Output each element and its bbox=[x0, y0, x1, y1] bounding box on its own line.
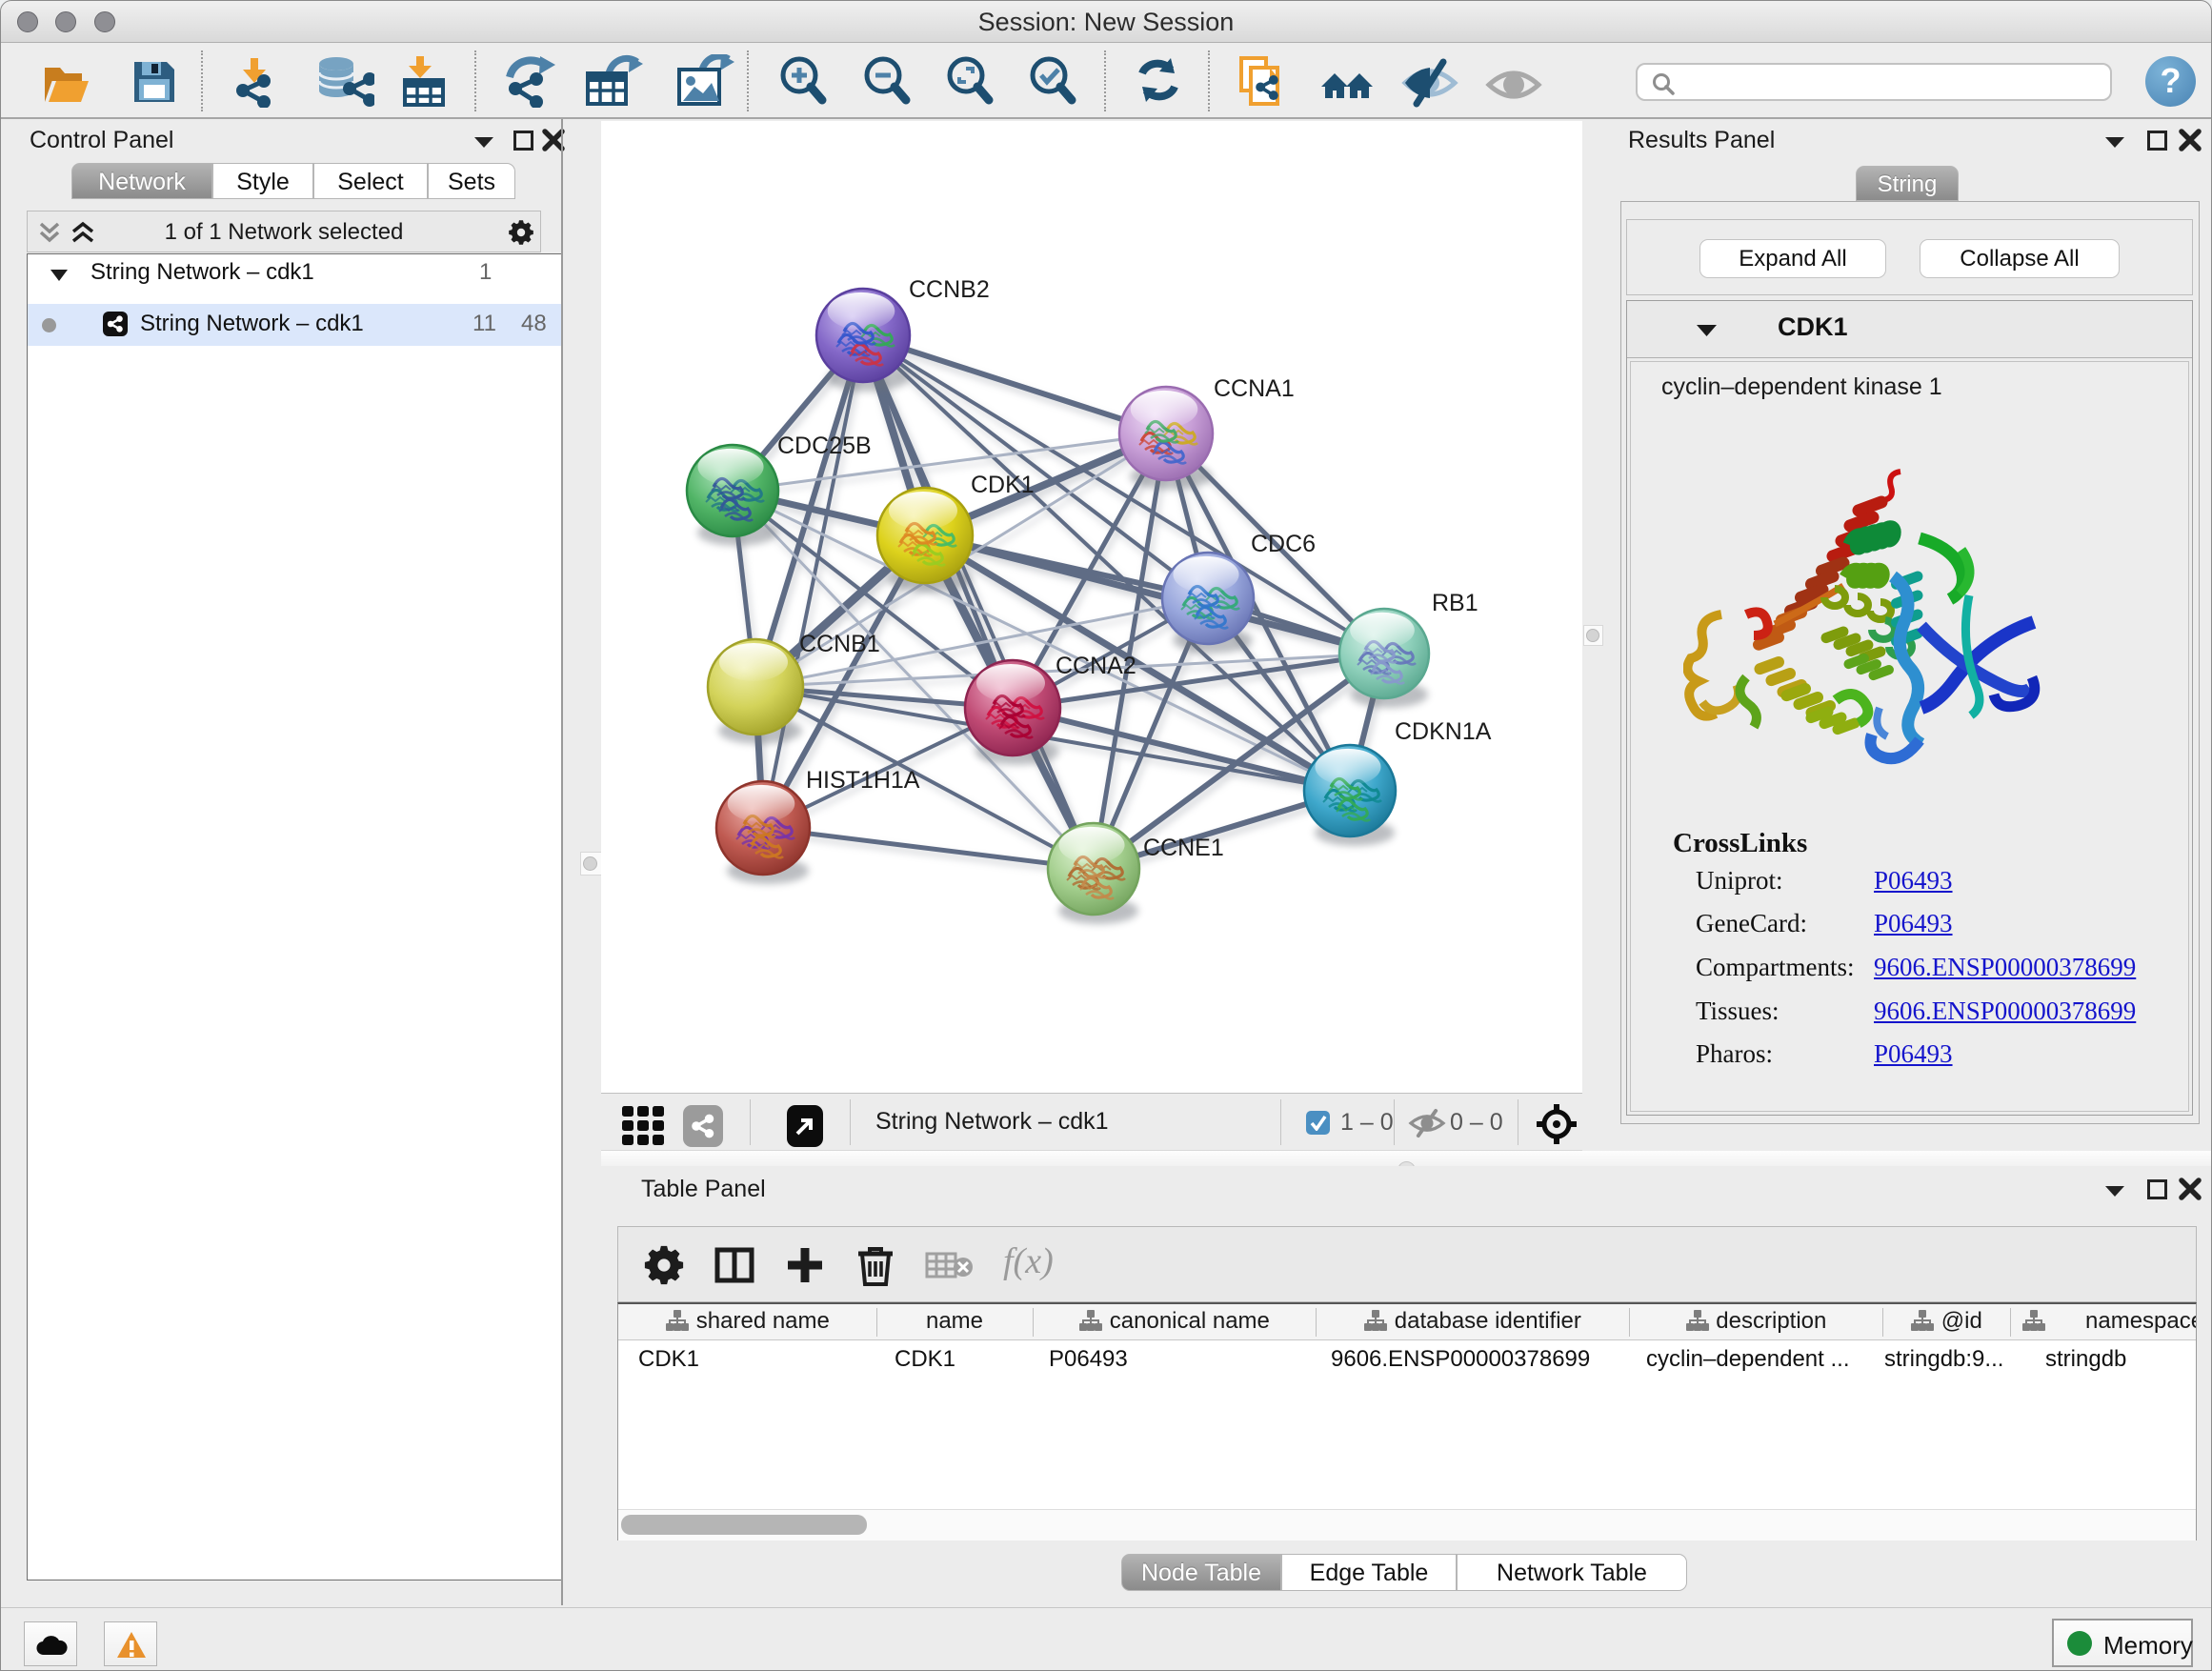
svg-text:CCNE1: CCNE1 bbox=[1143, 835, 1224, 861]
svg-text:CDKN1A: CDKN1A bbox=[1395, 718, 1492, 745]
svg-text:CCNA2: CCNA2 bbox=[1056, 653, 1136, 679]
svg-text:CDC25B: CDC25B bbox=[777, 433, 872, 459]
svg-text:RB1: RB1 bbox=[1432, 590, 1478, 616]
svg-text:CCNB2: CCNB2 bbox=[909, 276, 990, 303]
svg-text:CCNB1: CCNB1 bbox=[799, 631, 880, 657]
svg-text:CCNA1: CCNA1 bbox=[1214, 375, 1295, 402]
svg-text:CDK1: CDK1 bbox=[971, 472, 1035, 498]
svg-text:HIST1H1A: HIST1H1A bbox=[806, 767, 920, 794]
svg-text:CDC6: CDC6 bbox=[1251, 531, 1316, 557]
